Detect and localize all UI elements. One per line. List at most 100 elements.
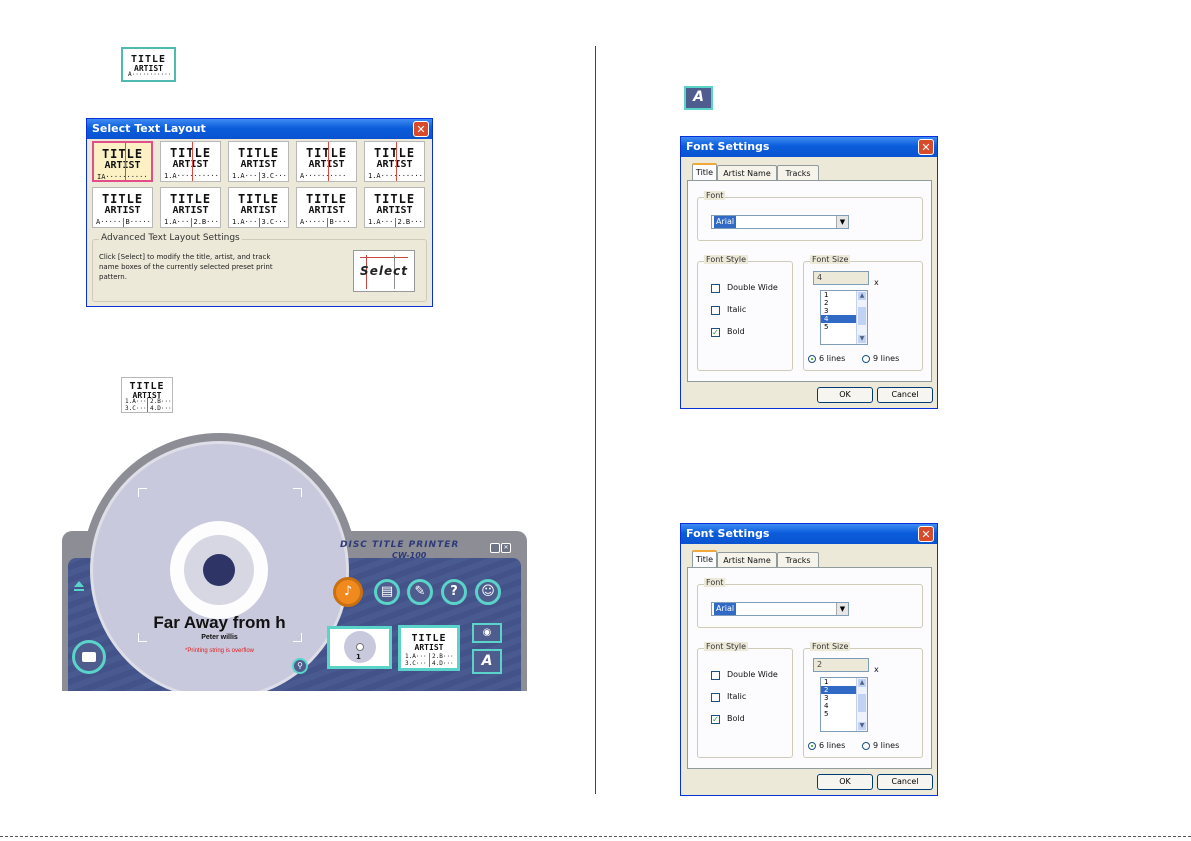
thumb-title: TITLE	[101, 147, 144, 161]
thumb-track-line: C·····	[300, 226, 325, 227]
thumb-title: TITLE	[169, 146, 212, 160]
style-checkbox-bold[interactable]: ✓	[711, 328, 720, 337]
user-support-button[interactable]: ☺	[475, 579, 501, 605]
layout-option-3[interactable]: TITLEARTIST 1.A···3.C··· 2.B··· 4.D···	[228, 141, 289, 182]
zoom-button[interactable]: ⚲	[292, 658, 308, 674]
thumb-track-line: D····	[330, 226, 351, 227]
thumb-track-line: 2.B·······	[368, 180, 410, 181]
view-button[interactable]: ◉	[472, 623, 502, 643]
thumb-track-line: 3.C····	[164, 226, 194, 227]
font-size-input[interactable]: 2	[813, 658, 869, 672]
style-checkbox-double-wide[interactable]	[711, 671, 720, 680]
layout-option-9[interactable]: TITLEARTIST A·····B···· C····· D····	[296, 187, 357, 228]
layout-option-7[interactable]: TITLEARTIST 1.A····2.B····3.C····4.D····	[160, 187, 221, 228]
help-button[interactable]: ?	[441, 579, 467, 605]
font-icon-frame[interactable]: A	[684, 86, 713, 110]
font-select[interactable]: Arial ▼	[711, 215, 849, 229]
style-label: Bold	[727, 714, 745, 723]
thumb-center-line	[328, 142, 329, 181]
thumb-artist: ARTIST	[308, 159, 345, 170]
radio-6-lines[interactable]	[808, 355, 816, 363]
close-button[interactable]: ✕	[918, 139, 934, 155]
font-size-list[interactable]: 1 2 3 4 5 ▲ ▼	[820, 290, 868, 345]
brand-model: CW-100	[392, 551, 427, 560]
font-size-list[interactable]: 1 2 3 4 5 ▲ ▼	[820, 677, 868, 732]
style-checkbox-italic[interactable]	[711, 693, 720, 702]
thumb-track-line: B····	[329, 218, 351, 226]
scrollbar[interactable]: ▲ ▼	[856, 678, 867, 731]
font-style-legend: Font Style	[704, 642, 749, 651]
tab-artist-name[interactable]: Artist Name	[717, 165, 777, 181]
font-select[interactable]: Arial ▼	[711, 602, 849, 616]
radio-9-lines[interactable]	[862, 742, 870, 750]
font-group-legend: Font	[704, 191, 726, 200]
eject-icon[interactable]	[74, 581, 84, 587]
advanced-layout-help: Click [Select] to modify the title, arti…	[99, 253, 273, 281]
layout-preview[interactable]: TITLE ARTIST 1.A··· 2.B··· 3.C··· 4.D···	[402, 629, 456, 667]
font-select-value: Arial	[714, 216, 737, 228]
thumb-track-line: 3.C···	[405, 660, 427, 667]
radio-6-lines[interactable]	[808, 742, 816, 750]
layout-icon-1[interactable]: TITLEARTISTA···········B··········	[125, 51, 172, 78]
new-file-button[interactable]: ▤	[374, 579, 400, 605]
tab-title[interactable]: Title	[692, 163, 717, 181]
thumb-column-divider	[395, 218, 396, 227]
thumb-track-line: 4.D···	[432, 660, 454, 667]
radio-6-lines-label: 6 lines	[819, 741, 846, 750]
tab-artist-name[interactable]: Artist Name	[717, 552, 777, 568]
style-checkbox-bold[interactable]: ✓	[711, 715, 720, 724]
layout-icon-2[interactable]: TITLE ARTIST 1.A··· 2.B··· 3.C··· 4.D···	[121, 377, 173, 413]
disc-title-text: Far Away from h	[153, 613, 286, 632]
select-button-label: Select	[360, 264, 408, 278]
thumb-track-line: 4.D···	[262, 226, 287, 227]
music-disc-button[interactable]: ♪	[333, 577, 363, 607]
thumb-center-line	[396, 142, 397, 181]
font-button[interactable]: A	[472, 649, 502, 674]
layout-option-8[interactable]: TITLEARTIST 1.A···3.C··· 2.B··· 4.D···	[228, 187, 289, 228]
style-label: Italic	[727, 305, 747, 314]
font-size-unit: x	[874, 665, 879, 674]
layout-option-5[interactable]: TITLEARTIST1.A··········2.B·······	[364, 141, 425, 182]
ok-button[interactable]: OK	[817, 774, 873, 790]
settings-wrench-button[interactable]: ✎	[407, 579, 433, 605]
layout-option-10[interactable]: TITLEARTIST 1.A···2.B··· 3.C··· 4.D···	[364, 187, 425, 228]
layout-option-6[interactable]: TITLEARTIST A······B·····C······D·····	[92, 187, 153, 228]
layout-preview-frame: TITLE ARTIST 1.A··· 2.B··· 3.C··· 4.D···	[398, 625, 460, 671]
minimize-button[interactable]	[490, 543, 500, 553]
thumb-artist: ARTIST	[104, 160, 141, 171]
font-settings-dialog-2: Font Settings ✕ Title Artist Name Tracks Font…	[680, 523, 938, 796]
style-checkbox-italic[interactable]	[711, 306, 720, 315]
thumb-track-line: A···········	[128, 71, 172, 78]
select-button[interactable]: Select	[353, 250, 415, 292]
thumb-track-line: B·····	[125, 218, 151, 226]
layout-option-1[interactable]: TITLEARTIST IA··········IB·········	[92, 141, 153, 182]
dialog-title: Font Settings	[681, 137, 937, 157]
thumb-column-divider	[259, 218, 260, 227]
tab-tracks[interactable]: Tracks	[777, 165, 819, 181]
disc-count-panel[interactable]: 1	[327, 626, 392, 669]
scrollbar[interactable]: ▲ ▼	[856, 291, 867, 344]
thumb-track-line: 1.A···	[232, 218, 258, 226]
layout-option-4[interactable]: TITLEARTISTA··········B·······	[296, 141, 357, 182]
thumb-artist: ARTIST	[240, 159, 277, 170]
print-button[interactable]	[72, 640, 106, 674]
cancel-button[interactable]: Cancel	[877, 774, 933, 790]
close-button[interactable]: ✕	[918, 526, 934, 542]
tab-tracks[interactable]: Tracks	[777, 552, 819, 568]
printer-icon	[82, 652, 96, 662]
thumb-track-line: 3.C···	[368, 226, 393, 227]
tab-title[interactable]: Title	[692, 550, 717, 568]
ok-button[interactable]: OK	[817, 387, 873, 403]
close-button[interactable]: ✕	[413, 121, 429, 137]
print-area-guide-tr	[293, 488, 302, 497]
thumb-track-line: 2.B···	[432, 653, 454, 660]
thumb-artist: ARTIST	[172, 159, 209, 170]
style-label: Double Wide	[727, 670, 778, 679]
font-size-input[interactable]: 4	[813, 271, 869, 285]
radio-9-lines[interactable]	[862, 355, 870, 363]
close-app-button[interactable]: ✕	[501, 543, 511, 553]
font-style-legend: Font Style	[704, 255, 749, 264]
style-checkbox-double-wide[interactable]	[711, 284, 720, 293]
cancel-button[interactable]: Cancel	[877, 387, 933, 403]
layout-option-2[interactable]: TITLEARTIST1.A···········2.B·······	[160, 141, 221, 182]
